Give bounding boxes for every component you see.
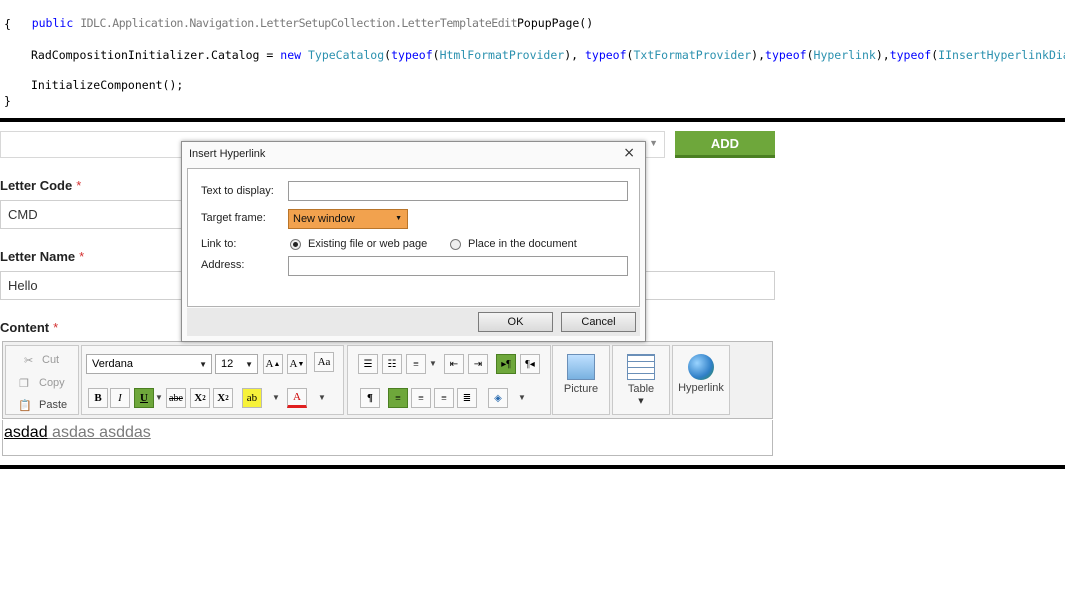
clipboard-group: ✂ Cut ❐ Copy 📋 Paste xyxy=(5,345,79,415)
code-method-tail: PopupPage() xyxy=(517,16,594,30)
code-init-line: InitializeComponent(); xyxy=(31,78,184,92)
add-button[interactable]: ADD xyxy=(675,131,775,158)
code-catalog-line: RadCompositionInitializer.Catalog = new … xyxy=(31,48,1065,62)
grow-font-icon[interactable]: A ▲ xyxy=(263,354,283,374)
align-right-icon[interactable]: ≡ xyxy=(434,388,454,408)
scissors-icon: ✂ xyxy=(24,355,34,367)
required-mark: * xyxy=(53,320,59,335)
superscript-icon[interactable]: X2 xyxy=(213,388,233,408)
paragraph-group: ☰ ☷ ≡ ▼ ⇤ ⇥ ▸¶ ¶◂ ¶ ≡ ≡ ≡ ≣ ◈ ▼ xyxy=(347,345,551,415)
shrink-font-icon[interactable]: A ▼ xyxy=(287,354,307,374)
font-group: Verdana ▼ 12 ▼ A ▲ A ▼ Aa B I U ▼ abe X2 X2 … xyxy=(81,345,344,415)
rtl-icon[interactable]: ¶◂ xyxy=(520,354,540,374)
insert-hyperlink-dialog: Insert Hyperlink × Text to display: Targ… xyxy=(181,141,646,342)
editor-content[interactable]: asdad asdas asddas xyxy=(2,420,773,456)
code-keyword: public xyxy=(31,16,74,30)
highlight-icon[interactable]: ab xyxy=(242,388,262,408)
editor-toolbar: ✂ Cut ❐ Copy 📋 Paste Verdana ▼ 12 ▼ A ▲ A ▼ … xyxy=(2,341,773,419)
clear-format-icon[interactable]: Aa xyxy=(314,352,334,372)
show-formatting-button[interactable]: ¶ xyxy=(360,388,380,408)
text-to-display-input[interactable] xyxy=(288,181,628,201)
align-center-icon[interactable]: ≡ xyxy=(411,388,431,408)
ok-button[interactable]: OK xyxy=(478,312,553,332)
increase-indent-icon[interactable]: ⇥ xyxy=(468,354,488,374)
clipboard-icon: 📋 xyxy=(18,400,32,412)
radio-place-in-document[interactable] xyxy=(450,239,461,250)
content-label: Content * xyxy=(0,320,59,335)
dialog-footer: OK Cancel xyxy=(187,308,640,336)
code-open-brace: { xyxy=(4,17,11,31)
justify-icon[interactable]: ≣ xyxy=(457,388,477,408)
italic-button[interactable]: I xyxy=(110,388,130,408)
paragraph-shading-icon[interactable]: ◈ xyxy=(488,388,508,408)
required-mark: * xyxy=(79,249,85,264)
multilevel-list-icon[interactable]: ≡ xyxy=(406,354,426,374)
chevron-down-icon: ▼ xyxy=(649,138,658,148)
underline-button[interactable]: U xyxy=(134,388,154,408)
paste-button[interactable]: Paste xyxy=(39,399,67,411)
letter-code-label: Letter Code * xyxy=(0,178,82,193)
required-mark: * xyxy=(76,178,82,193)
copy-icon: ❐ xyxy=(19,378,29,390)
strikethrough-button[interactable]: abe xyxy=(166,388,186,408)
chevron-down-icon[interactable]: ▼ xyxy=(429,359,437,368)
cut-button[interactable]: Cut xyxy=(42,354,59,366)
ltr-icon[interactable]: ▸¶ xyxy=(496,354,516,374)
table-icon xyxy=(627,354,655,380)
editor-text: asdad asdas asddas xyxy=(4,424,151,441)
font-size-select[interactable]: 12 ▼ xyxy=(215,354,258,374)
globe-icon xyxy=(688,354,714,380)
target-frame-select[interactable]: New window ▼ xyxy=(288,209,408,229)
code-close-brace: } xyxy=(4,94,11,108)
address-label: Address: xyxy=(201,259,245,271)
chevron-down-icon: ▼ xyxy=(199,360,207,369)
picture-button[interactable]: Picture xyxy=(552,345,610,415)
copy-button[interactable]: Copy xyxy=(39,377,65,389)
chevron-down-icon[interactable]: ▼ xyxy=(272,393,280,402)
dialog-title: Insert Hyperlink xyxy=(189,148,266,160)
chevron-down-icon[interactable]: ▼ xyxy=(518,393,526,402)
option-existing-label[interactable]: Existing file or web page xyxy=(308,238,427,250)
font-color-icon[interactable]: A xyxy=(287,388,307,408)
decrease-indent-icon[interactable]: ⇤ xyxy=(444,354,464,374)
divider-top xyxy=(0,118,1065,122)
chevron-down-icon[interactable]: ▼ xyxy=(318,393,326,402)
target-frame-label: Target frame: xyxy=(201,212,266,224)
text-to-display-label: Text to display: xyxy=(201,185,274,197)
code-obscured-name: IDLC.Application.Navigation.LetterSetupC… xyxy=(80,16,517,30)
bold-button[interactable]: B xyxy=(88,388,108,408)
cancel-button[interactable]: Cancel xyxy=(561,312,636,332)
chevron-down-icon[interactable]: ▼ xyxy=(155,393,163,402)
chevron-down-icon: ▼ xyxy=(395,215,402,222)
option-place-label[interactable]: Place in the document xyxy=(468,238,577,250)
divider-bottom xyxy=(0,465,1065,469)
numbering-icon[interactable]: ☷ xyxy=(382,354,402,374)
radio-existing-file[interactable] xyxy=(290,239,301,250)
bullets-icon[interactable]: ☰ xyxy=(358,354,378,374)
chevron-down-icon: ▼ xyxy=(638,397,644,405)
chevron-down-icon: ▼ xyxy=(245,360,253,369)
subscript-icon[interactable]: X2 xyxy=(190,388,210,408)
picture-icon xyxy=(567,354,595,380)
address-input[interactable] xyxy=(288,256,628,276)
hyperlink-button[interactable]: Hyperlink xyxy=(672,345,730,415)
dialog-body: Text to display: Target frame: New windo… xyxy=(187,168,640,307)
letter-code-field[interactable]: CMD xyxy=(0,200,200,229)
close-icon[interactable]: × xyxy=(623,145,635,161)
align-left-icon[interactable]: ≡ xyxy=(388,388,408,408)
link-to-label: Link to: xyxy=(201,238,237,250)
table-button[interactable]: Table ▼ xyxy=(612,345,670,415)
font-family-select[interactable]: Verdana ▼ xyxy=(86,354,212,374)
letter-name-label: Letter Name * xyxy=(0,249,85,264)
